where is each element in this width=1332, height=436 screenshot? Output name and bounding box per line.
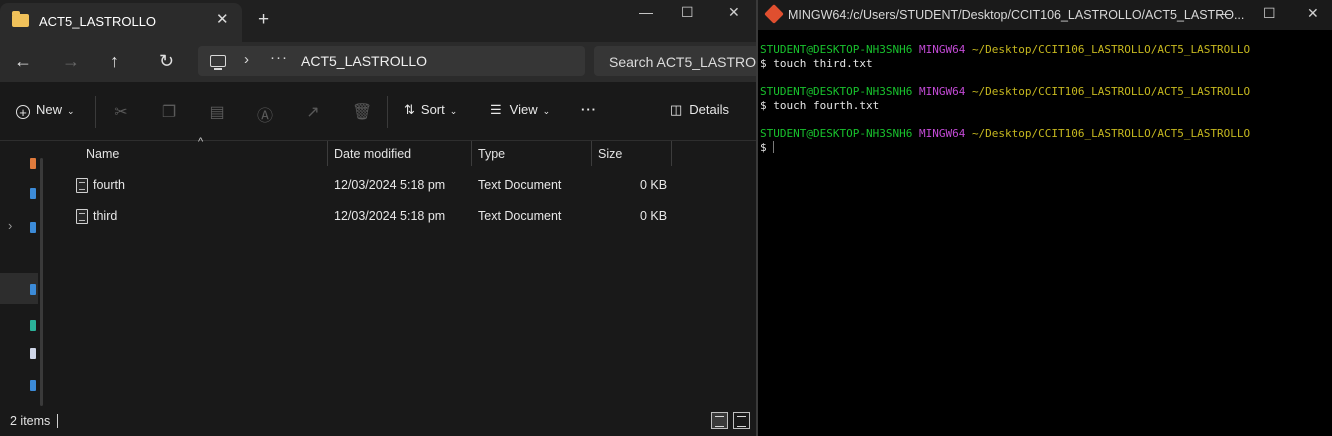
command-bar: + New ⌄ ✂ ❐ ▤ Ⓐ ↗ 🗑 ⇅ Sort ⌄ ☰ View ⌄ ··· ◫ Det… xyxy=(0,88,756,138)
close-window-button[interactable]: ✕ xyxy=(728,4,740,21)
view-icon: ☰ xyxy=(490,102,502,117)
column-divider[interactable] xyxy=(591,141,592,166)
share-icon[interactable]: ↗ xyxy=(304,102,322,121)
tiles-view-button[interactable] xyxy=(733,412,750,429)
back-button[interactable]: ← xyxy=(14,51,32,72)
file-explorer-window: ACT5_LASTROLLO ✕ + — ☐ ✕ ← → ↑ ↻ › ··· A… xyxy=(0,0,756,436)
navigation-pane: › xyxy=(0,140,44,408)
input-line[interactable]: $ xyxy=(760,141,1250,155)
sort-button[interactable]: ⇅ Sort ⌄ xyxy=(404,102,457,118)
nav-item-icon[interactable] xyxy=(30,348,36,359)
column-name[interactable]: Name xyxy=(86,147,119,161)
address-bar[interactable]: › ··· ACT5_LASTROLLO xyxy=(198,46,585,76)
nav-item-icon[interactable] xyxy=(30,380,36,391)
computer-icon xyxy=(210,55,226,70)
nav-item-icon[interactable] xyxy=(30,284,36,295)
item-count: 2 items xyxy=(10,414,51,428)
file-type: Text Document xyxy=(478,209,562,223)
details-pane-icon: ◫ xyxy=(670,102,683,117)
sort-ascending-icon: ^ xyxy=(198,136,204,148)
search-placeholder[interactable]: Search ACT5_LASTROLLO xyxy=(609,54,756,70)
text-cursor xyxy=(772,141,774,153)
file-row[interactable]: third 12/03/2024 5:18 pm Text Document 0… xyxy=(56,201,676,232)
file-name[interactable]: third xyxy=(93,209,117,223)
terminal-titlebar: MINGW64:/c/Users/STUDENT/Desktop/CCIT106… xyxy=(758,0,1332,30)
terminal-output[interactable]: STUDENT@DESKTOP-NH3SNH6 MINGW64 ~/Deskto… xyxy=(760,43,1250,155)
nav-item-icon[interactable] xyxy=(30,222,36,233)
text-file-icon xyxy=(76,209,88,224)
minimize-button[interactable]: — xyxy=(1217,5,1231,21)
chevron-right-icon[interactable]: › xyxy=(244,51,249,68)
rename-icon[interactable]: Ⓐ xyxy=(256,102,274,125)
new-button[interactable]: + New ⌄ xyxy=(16,102,75,119)
file-name[interactable]: fourth xyxy=(93,178,125,192)
nav-scrollbar[interactable] xyxy=(40,158,43,406)
copy-icon[interactable]: ❐ xyxy=(160,102,178,121)
file-date: 12/03/2024 5:18 pm xyxy=(334,178,446,192)
column-date-modified[interactable]: Date modified xyxy=(334,147,411,161)
close-window-button[interactable]: ✕ xyxy=(1307,5,1319,22)
column-type[interactable]: Type xyxy=(478,147,505,161)
prompt-line: STUDENT@DESKTOP-NH3SNH6 MINGW64 ~/Deskto… xyxy=(760,43,1251,56)
maximize-button[interactable]: ☐ xyxy=(681,4,694,21)
view-label: View xyxy=(509,102,538,117)
file-size: 0 KB xyxy=(640,178,668,192)
more-path-icon[interactable]: ··· xyxy=(270,49,288,66)
tab-title: ACT5_LASTROLLO xyxy=(39,14,157,29)
minimize-button[interactable]: — xyxy=(639,4,653,20)
details-label: Details xyxy=(689,102,730,117)
command-line: $ touch third.txt xyxy=(760,57,873,70)
status-bar: 2 items xyxy=(0,408,756,436)
prompt-line: STUDENT@DESKTOP-NH3SNH6 MINGW64 ~/Deskto… xyxy=(760,127,1251,140)
git-logo-icon xyxy=(764,4,784,24)
text-file-icon xyxy=(76,178,88,193)
new-tab-button[interactable]: + xyxy=(258,9,269,31)
file-date: 12/03/2024 5:18 pm xyxy=(334,209,446,223)
status-divider xyxy=(57,414,58,428)
details-view-button[interactable] xyxy=(711,412,728,429)
divider xyxy=(387,96,388,128)
explorer-titlebar: ACT5_LASTROLLO ✕ + — ☐ ✕ xyxy=(0,0,756,42)
address-path[interactable]: ACT5_LASTROLLO xyxy=(301,53,427,69)
nav-item-icon[interactable] xyxy=(30,188,36,199)
file-type: Text Document xyxy=(478,178,562,192)
cut-icon[interactable]: ✂ xyxy=(112,102,130,121)
expand-chevron-icon[interactable]: › xyxy=(8,218,12,233)
delete-icon[interactable]: 🗑 xyxy=(352,102,372,121)
view-button[interactable]: ☰ View ⌄ xyxy=(490,102,550,118)
column-divider[interactable] xyxy=(671,141,672,166)
prompt-line: STUDENT@DESKTOP-NH3SNH6 MINGW64 ~/Deskto… xyxy=(760,85,1251,98)
details-button[interactable]: ◫ Details xyxy=(670,102,729,118)
close-tab-icon[interactable]: ✕ xyxy=(216,10,229,28)
file-row[interactable]: fourth 12/03/2024 5:18 pm Text Document … xyxy=(56,170,676,201)
column-headers: ^ Name Date modified Type Size xyxy=(0,136,756,167)
sort-label: Sort xyxy=(420,102,445,117)
command-line: $ touch fourth.txt xyxy=(760,99,880,112)
file-size: 0 KB xyxy=(640,209,668,223)
column-divider[interactable] xyxy=(471,141,472,166)
maximize-button[interactable]: ☐ xyxy=(1263,5,1276,22)
tab-act5[interactable]: ACT5_LASTROLLO ✕ xyxy=(0,3,242,42)
forward-button[interactable]: → xyxy=(62,51,80,72)
divider xyxy=(95,96,96,128)
sort-icon: ⇅ xyxy=(404,102,415,117)
search-box[interactable]: Search ACT5_LASTROLLO xyxy=(594,46,756,76)
navigation-bar: ← → ↑ ↻ › ··· ACT5_LASTROLLO Search ACT5… xyxy=(0,42,756,82)
paste-icon[interactable]: ▤ xyxy=(208,102,226,121)
nav-item-icon[interactable] xyxy=(30,320,36,331)
new-label: New xyxy=(36,102,63,117)
terminal-title: MINGW64:/c/Users/STUDENT/Desktop/CCIT106… xyxy=(788,8,1245,22)
plus-icon: + xyxy=(16,105,30,119)
column-size[interactable]: Size xyxy=(598,147,622,161)
git-bash-window: MINGW64:/c/Users/STUDENT/Desktop/CCIT106… xyxy=(756,0,1332,436)
refresh-button[interactable]: ↻ xyxy=(159,51,174,72)
folder-icon xyxy=(12,11,29,27)
column-divider[interactable] xyxy=(327,141,328,166)
more-options-icon[interactable]: ··· xyxy=(581,102,597,117)
up-button[interactable]: ↑ xyxy=(110,51,119,72)
